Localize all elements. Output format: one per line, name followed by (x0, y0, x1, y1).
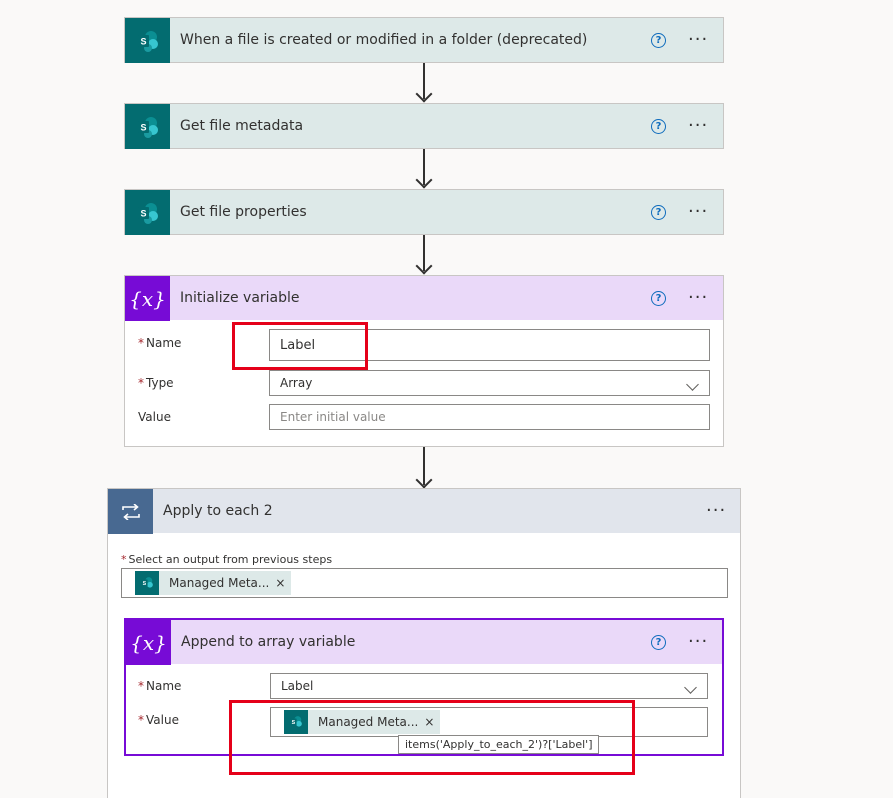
more-icon[interactable]: ··· (688, 203, 708, 221)
more-icon[interactable]: ··· (688, 117, 708, 135)
sharepoint-icon: S (125, 190, 170, 235)
variable-icon: {x} (126, 620, 171, 665)
append-variable-title: Append to array variable (181, 634, 356, 650)
token-label: Managed Meta... (169, 576, 270, 590)
value-field-label: Value (138, 410, 171, 424)
trigger-header[interactable]: S When a file is created or modified in … (125, 18, 723, 63)
highlight-box (232, 322, 368, 370)
more-icon[interactable]: ··· (688, 31, 708, 49)
connector-arrowhead (415, 471, 433, 489)
get-properties-card[interactable]: S Get file properties ? ··· (124, 189, 724, 235)
init-variable-header[interactable]: {x} Initialize variable ? ··· (125, 276, 723, 321)
connector-arrowhead (415, 85, 433, 103)
svg-text:S: S (143, 581, 147, 587)
sharepoint-icon: S (125, 104, 170, 149)
svg-text:S: S (140, 208, 146, 218)
help-icon[interactable]: ? (651, 119, 666, 134)
trigger-title: When a file is created or modified in a … (180, 32, 588, 48)
name-field-label: * Name (138, 336, 182, 350)
apply-each-header[interactable]: Apply to each 2 ··· (108, 489, 740, 534)
get-properties-header[interactable]: S Get file properties ? ··· (125, 190, 723, 235)
select-output-input[interactable]: S Managed Meta... × (121, 568, 728, 598)
loop-icon (108, 489, 153, 534)
help-icon[interactable]: ? (651, 291, 666, 306)
svg-text:S: S (140, 122, 146, 132)
dynamic-content-token[interactable]: S Managed Meta... × (135, 571, 292, 595)
sharepoint-icon: S (135, 571, 159, 595)
value-field-label: * Value (138, 713, 179, 727)
append-variable-header[interactable]: {x} Append to array variable ? ··· (126, 620, 722, 665)
get-metadata-title: Get file metadata (180, 118, 304, 134)
get-metadata-card[interactable]: S Get file metadata ? ··· (124, 103, 724, 149)
init-variable-card[interactable]: {x} Initialize variable ? ··· * Name Labe… (124, 275, 724, 447)
trigger-card[interactable]: S When a file is created or modified in … (124, 17, 724, 63)
connector-arrowhead (415, 257, 433, 275)
token-remove-icon[interactable]: × (275, 576, 285, 590)
svg-text:S: S (140, 36, 146, 46)
more-icon[interactable]: ··· (688, 289, 708, 307)
chevron-down-icon (686, 378, 699, 391)
variable-icon: {x} (125, 276, 170, 321)
more-icon[interactable]: ··· (706, 502, 726, 520)
chevron-down-icon (684, 681, 697, 694)
help-icon[interactable]: ? (651, 33, 666, 48)
help-icon[interactable]: ? (651, 205, 666, 220)
highlight-box (229, 700, 635, 775)
variable-value-input[interactable]: Enter initial value (269, 404, 710, 430)
init-variable-title: Initialize variable (180, 290, 300, 306)
append-name-select[interactable]: Label (270, 673, 708, 699)
name-field-label: * Name (138, 679, 182, 693)
sharepoint-icon: S (125, 18, 170, 63)
select-output-label: * Select an output from previous steps (121, 553, 333, 566)
apply-each-title: Apply to each 2 (163, 503, 273, 519)
more-icon[interactable]: ··· (688, 633, 708, 651)
help-icon[interactable]: ? (651, 635, 666, 650)
connector-arrowhead (415, 171, 433, 189)
get-properties-title: Get file properties (180, 204, 307, 220)
variable-type-select[interactable]: Array (269, 370, 710, 396)
type-field-label: * Type (138, 376, 174, 390)
get-metadata-header[interactable]: S Get file metadata ? ··· (125, 104, 723, 149)
